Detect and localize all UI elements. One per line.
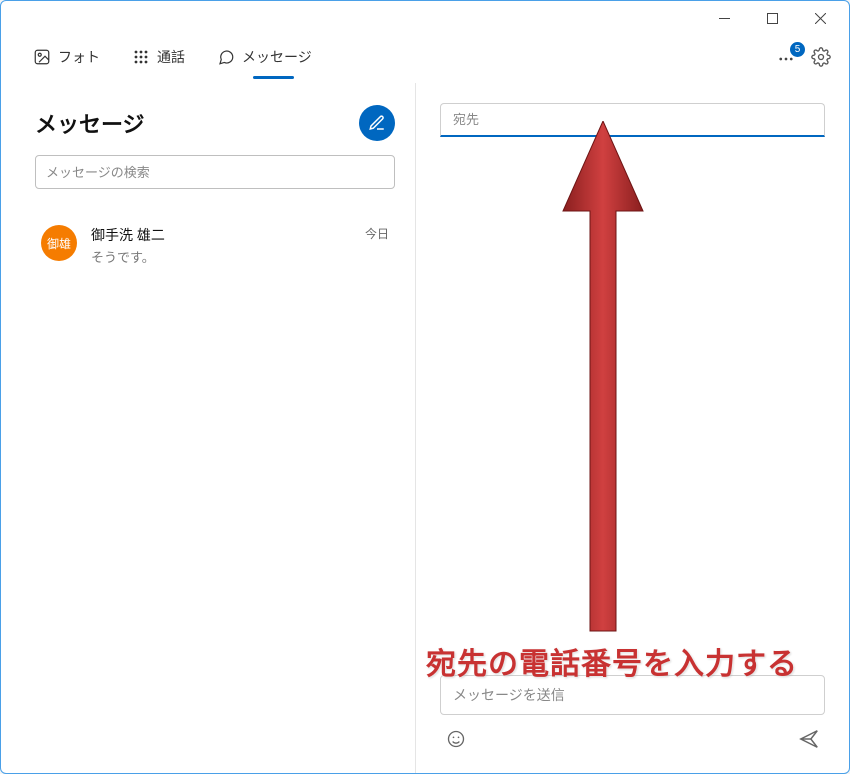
annotation-arrow-icon (558, 121, 648, 641)
dialpad-icon (132, 48, 150, 66)
close-button[interactable] (797, 3, 843, 33)
gear-icon (811, 47, 831, 67)
message-input[interactable] (440, 675, 825, 715)
search-box[interactable] (35, 155, 395, 189)
recipient-input[interactable] (440, 103, 825, 137)
minimize-button[interactable] (701, 3, 747, 33)
emoji-icon (446, 729, 466, 749)
titlebar (1, 1, 849, 35)
emoji-button[interactable] (442, 725, 470, 753)
conversation-preview: そうです。 (91, 247, 351, 266)
compose-icon (368, 114, 386, 132)
tab-photo[interactable]: フォト (31, 41, 102, 77)
maximize-icon (767, 13, 778, 24)
search-input[interactable] (46, 165, 384, 180)
maximize-button[interactable] (749, 3, 795, 33)
conversation-list: 御雄 御手洗 雄二 そうです。 今日 (35, 217, 395, 274)
photo-icon (33, 48, 51, 66)
tab-photo-label: フォト (58, 47, 100, 67)
message-icon (217, 48, 235, 66)
conversation-name: 御手洗 雄二 (91, 225, 351, 245)
settings-button[interactable] (811, 47, 831, 72)
send-icon (798, 728, 820, 750)
conversation-time: 今日 (365, 225, 389, 242)
app-window: フォト 通話 メッセージ 5 (0, 0, 850, 774)
tab-messages[interactable]: メッセージ (215, 41, 314, 77)
compose-controls (440, 725, 825, 755)
annotation-overlay: 宛先の電話番号を入力する (416, 83, 849, 773)
tab-messages-label: メッセージ (242, 47, 312, 67)
left-column: メッセージ 御雄 御手洗 雄二 そうです。 今日 (1, 83, 416, 773)
tabs: フォト 通話 メッセージ (31, 41, 314, 77)
compose-button[interactable] (359, 105, 395, 141)
compose-area (440, 675, 825, 755)
tab-calls-label: 通話 (157, 47, 185, 67)
tabs-row: フォト 通話 メッセージ 5 (1, 35, 849, 83)
avatar: 御雄 (41, 225, 77, 261)
page-title: メッセージ (35, 107, 145, 139)
tab-calls[interactable]: 通話 (130, 41, 187, 77)
notification-badge: 5 (790, 42, 805, 57)
right-column: 宛先の電話番号を入力する (416, 83, 849, 773)
left-header: メッセージ (35, 105, 395, 141)
body: メッセージ 御雄 御手洗 雄二 そうです。 今日 (1, 83, 849, 773)
conversation-text: 御手洗 雄二 そうです。 (91, 225, 351, 266)
toolbar-right: 5 (775, 47, 831, 72)
more-button[interactable]: 5 (775, 48, 797, 70)
conversation-item[interactable]: 御雄 御手洗 雄二 そうです。 今日 (35, 217, 395, 274)
minimize-icon (719, 13, 730, 24)
close-icon (815, 13, 826, 24)
send-button[interactable] (795, 725, 823, 753)
